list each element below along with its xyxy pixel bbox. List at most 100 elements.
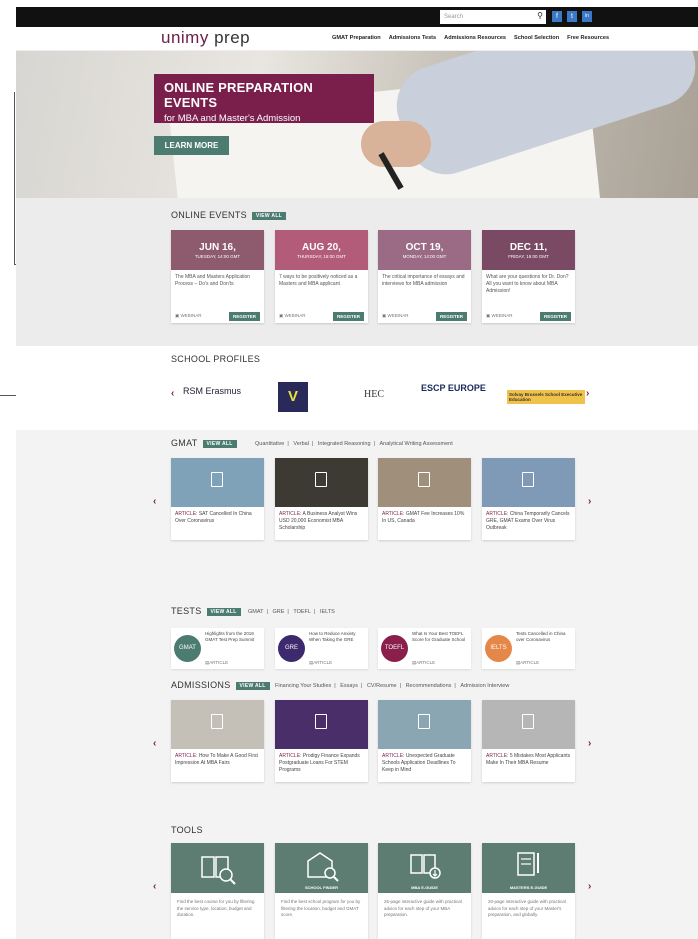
gmat-link-quantitative[interactable]: Quantitative <box>255 441 284 447</box>
event-image: AUG 20, THURSDAY, 16:00 GMT <box>275 230 368 270</box>
event-description: The critical importance of essays and in… <box>382 274 465 287</box>
test-card[interactable]: TOEFL What Is Your Best TOEFL Score for … <box>378 628 471 669</box>
article-image <box>482 700 575 749</box>
tool-card-school-finder[interactable]: SCHOOL FINDER Find the best school progr… <box>275 843 368 939</box>
event-date: OCT 19, <box>405 242 444 253</box>
chevron-right-icon[interactable]: › <box>588 881 591 892</box>
tests-link-ielts[interactable]: IELTS <box>320 609 335 615</box>
article-card[interactable]: ARTICLE: How To Make A Good First Impres… <box>171 700 264 782</box>
search-input[interactable]: Search ⚲ <box>440 10 546 24</box>
admissions-link-recommendations[interactable]: Recommendations <box>406 683 452 689</box>
article-image <box>275 700 368 749</box>
article-card[interactable]: ARTICLE: Unexpected Graduate Schools App… <box>378 700 471 782</box>
admissions-link-financing[interactable]: Financing Your Studies <box>275 683 331 689</box>
event-card[interactable]: AUG 20, THURSDAY, 16:00 GMT 7 ways to be… <box>275 230 368 323</box>
register-button[interactable]: REGISTER <box>435 312 467 321</box>
tests-view-all-button[interactable]: VIEW ALL <box>206 607 241 616</box>
nav-admissions-resources[interactable]: Admissions Resources <box>444 35 506 41</box>
event-card[interactable]: JUN 16, TUESDAY, 14:00 GMT The MBA and M… <box>171 230 264 323</box>
article-prefix: ARTICLE: <box>486 753 509 759</box>
tests-title: TESTS <box>171 606 202 616</box>
nav-gmat-preparation[interactable]: GMAT Preparation <box>332 35 381 41</box>
article-prefix: ARTICLE: <box>279 753 302 759</box>
event-type: WEBINAR <box>284 313 306 318</box>
document-icon <box>418 472 430 487</box>
school-logo-escp[interactable]: ESCP EUROPE <box>421 383 491 394</box>
school-logo-hec[interactable]: HEC <box>364 389 384 400</box>
site-logo[interactable]: unimy prep <box>161 28 250 48</box>
tool-card-masters-e-guide[interactable]: MASTERS E-GUIDE 20-page interactive guid… <box>482 843 575 939</box>
article-card[interactable]: ARTICLE: A Business Analyst Wins USD 20,… <box>275 458 368 540</box>
test-card[interactable]: IELTS Tests Cancelled in China over Coro… <box>482 628 575 669</box>
test-badge: TOEFL <box>381 635 408 662</box>
admissions-view-all-button[interactable]: VIEW ALL <box>235 681 270 690</box>
article-title: ARTICLE: Unexpected Graduate Schools App… <box>378 749 471 778</box>
tests-link-gmat[interactable]: GMAT <box>248 609 263 615</box>
event-card[interactable]: DEC 11, FRIDAY, 16:00 GMT What are your … <box>482 230 575 323</box>
logo-part-2: prep <box>208 28 251 47</box>
article-card[interactable]: ARTICLE: GMAT Fee Increases 10% In US, C… <box>378 458 471 540</box>
test-card[interactable]: GRE How to Reduce Anxiety When Taking th… <box>275 628 368 669</box>
chevron-right-icon[interactable]: › <box>588 738 591 749</box>
test-badge: GRE <box>278 635 305 662</box>
article-prefix: ARTICLE: <box>279 511 302 517</box>
article-title: ARTICLE: A Business Analyst Wins USD 20,… <box>275 507 368 536</box>
website-screenshot: Search ⚲ f t in unimy prep GMAT Preparat… <box>16 7 698 939</box>
document-icon <box>211 472 223 487</box>
document-icon <box>211 714 223 729</box>
chevron-right-icon[interactable]: › <box>588 496 591 507</box>
gmat-link-integrated-reasoning[interactable]: Integrated Reasoning <box>318 441 371 447</box>
linkedin-icon[interactable]: in <box>582 11 592 22</box>
school-logo-solvay[interactable]: Solvay Brussels School Executive Educati… <box>507 390 585 404</box>
event-type: WEBINAR <box>180 313 202 318</box>
event-day: MONDAY, 14:00 GMT <box>402 254 447 259</box>
article-card[interactable]: ARTICLE: 5 Mistakes Most Applicants Make… <box>482 700 575 782</box>
document-icon <box>315 714 327 729</box>
chevron-left-icon[interactable]: ‹ <box>153 496 156 507</box>
gmat-link-verbal[interactable]: Verbal <box>293 441 309 447</box>
twitter-icon[interactable]: t <box>567 11 577 22</box>
register-button[interactable]: REGISTER <box>539 312 571 321</box>
register-button[interactable]: REGISTER <box>228 312 260 321</box>
gmat-link-awa[interactable]: Analytical Writing Assessment <box>379 441 452 447</box>
document-icon <box>522 714 534 729</box>
chevron-right-icon[interactable]: › <box>586 388 589 399</box>
gmat-view-all-button[interactable]: VIEW ALL <box>202 439 237 448</box>
test-type-label: ARTICLE <box>209 660 229 665</box>
nav-admissions-tests[interactable]: Admissions Tests <box>389 35 436 41</box>
search-placeholder: Search <box>444 14 464 20</box>
nav-free-resources[interactable]: Free Resources <box>567 35 609 41</box>
school-logo-rsm[interactable]: RSM Erasmus <box>183 386 241 396</box>
admissions-link-interview[interactable]: Admission Interview <box>460 683 509 689</box>
admissions-link-essays[interactable]: Essays <box>340 683 358 689</box>
article-title: ARTICLE: SAT Cancelled In China Over Cor… <box>171 507 264 529</box>
tests-link-toefl[interactable]: TOEFL <box>293 609 311 615</box>
article-card[interactable]: ARTICLE: Prodigy Finance Expands Postgra… <box>275 700 368 782</box>
chevron-left-icon[interactable]: ‹ <box>153 738 156 749</box>
tests-subnav: GMAT | GRE | TOEFL | IELTS <box>248 609 335 615</box>
search-icon[interactable]: ⚲ <box>537 11 543 20</box>
register-button[interactable]: REGISTER <box>332 312 364 321</box>
test-title: Highlights from the 2019 GMAT Test Prep … <box>205 631 255 643</box>
gmat-heading: GMAT VIEW ALL <box>171 438 237 448</box>
test-card[interactable]: GMAT Highlights from the 2019 GMAT Test … <box>171 628 264 669</box>
tool-card-mba-e-guide[interactable]: MBA E-GUIDE 25-page interactive guide wi… <box>378 843 471 939</box>
nav-school-selection[interactable]: School Selection <box>514 35 559 41</box>
learn-more-button[interactable]: LEARN MORE <box>154 136 229 155</box>
chevron-left-icon[interactable]: ‹ <box>153 881 156 892</box>
school-logo-v[interactable]: V <box>278 382 308 412</box>
event-card[interactable]: OCT 19, MONDAY, 14:00 GMT The critical i… <box>378 230 471 323</box>
admissions-link-cv[interactable]: CV/Resume <box>367 683 397 689</box>
events-view-all-button[interactable]: VIEW ALL <box>251 211 287 220</box>
gmat-subnav: Quantitative | Verbal | Integrated Reasoni… <box>255 441 453 447</box>
article-card[interactable]: ARTICLE: SAT Cancelled In China Over Cor… <box>171 458 264 540</box>
document-icon <box>418 714 430 729</box>
facebook-icon[interactable]: f <box>552 11 562 22</box>
article-image <box>275 458 368 507</box>
test-badge: GMAT <box>174 635 201 662</box>
article-image <box>171 458 264 507</box>
article-card[interactable]: ARTICLE: China Temporarily Cancels GRE, … <box>482 458 575 540</box>
event-footer: ▣ WEBINAR REGISTER <box>175 312 260 321</box>
tests-link-gre[interactable]: GRE <box>272 609 284 615</box>
tool-card-course-finder[interactable]: Find the best course for you by filterin… <box>171 843 264 939</box>
